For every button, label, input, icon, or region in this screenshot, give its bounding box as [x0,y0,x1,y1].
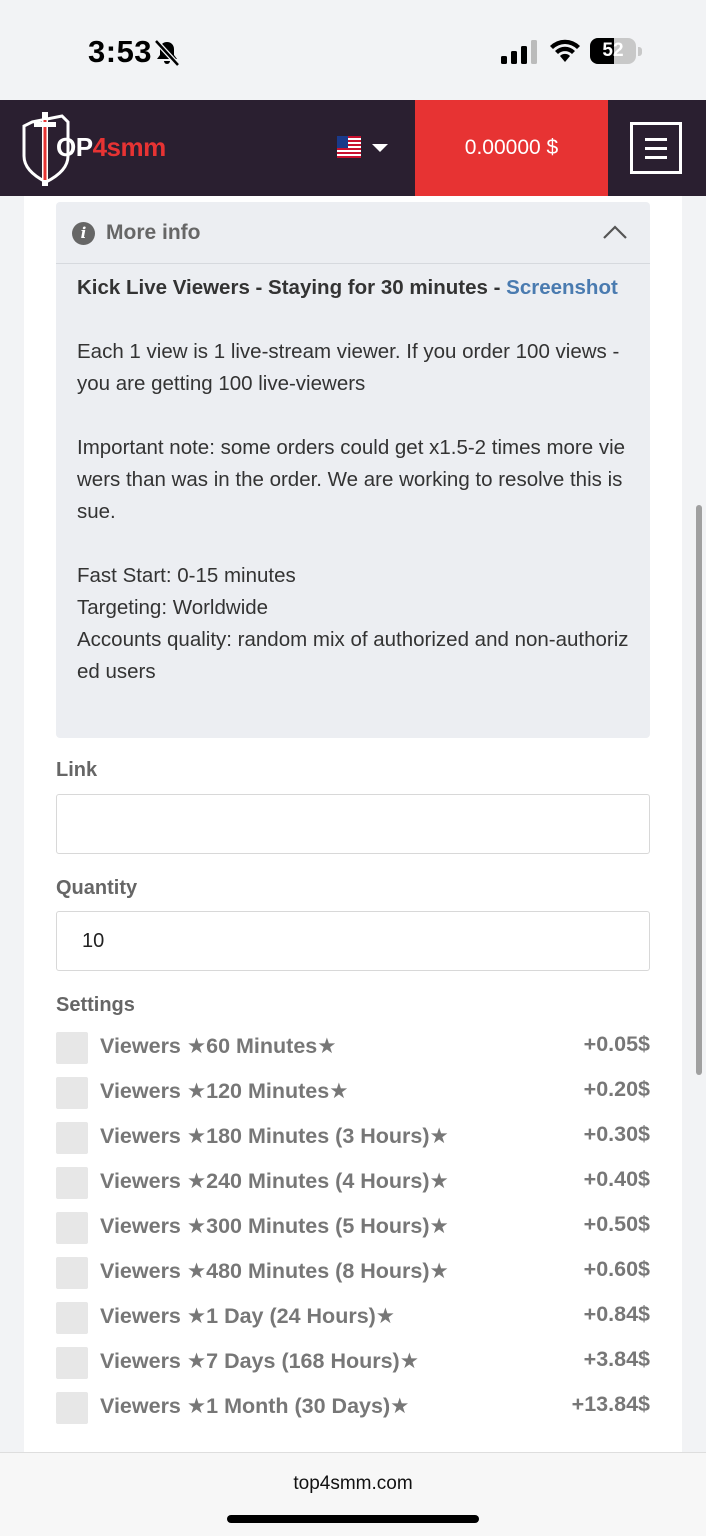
browser-bar: top4smm.com [0,1452,706,1536]
setting-price: +0.30$ [583,1122,650,1146]
setting-row[interactable]: Viewers ★7 Days (168 Hours)★ +3.84$ [56,1341,650,1386]
chevron-up-icon[interactable] [601,222,629,242]
home-indicator[interactable] [227,1515,479,1523]
setting-label: Viewers ★120 Minutes★ [100,1079,349,1103]
setting-row[interactable]: Viewers ★120 Minutes★ +0.20$ [56,1071,650,1116]
setting-price: +3.84$ [583,1347,650,1371]
more-info-title: More info [106,221,201,244]
settings-label: Settings [56,994,135,1016]
scrollbar[interactable] [696,505,702,1075]
setting-checkbox[interactable] [56,1122,88,1154]
setting-label: Viewers ★1 Month (30 Days)★ [100,1394,410,1418]
balance-button[interactable]: 0.00000 $ [415,100,608,196]
link-input[interactable] [56,794,650,854]
quantity-label: Quantity [56,877,138,899]
settings-list: Viewers ★60 Minutes★ +0.05$ Viewers ★120… [56,1026,650,1431]
setting-label: Viewers ★7 Days (168 Hours)★ [100,1349,419,1373]
hamburger-menu-icon[interactable] [630,122,682,174]
chevron-down-icon[interactable] [372,144,388,152]
status-bar: 3:53 52 [0,0,706,100]
setting-row[interactable]: Viewers ★180 Minutes (3 Hours)★ +0.30$ [56,1116,650,1161]
setting-checkbox[interactable] [56,1257,88,1289]
setting-checkbox[interactable] [56,1302,88,1334]
setting-row[interactable]: Viewers ★480 Minutes (8 Hours)★ +0.60$ [56,1251,650,1296]
setting-checkbox[interactable] [56,1032,88,1064]
setting-label: Viewers ★1 Day (24 Hours)★ [100,1304,396,1328]
logo-text: OP4smm [56,132,166,162]
setting-row[interactable]: Viewers ★1 Month (30 Days)★ +13.84$ [56,1386,650,1431]
more-info-header[interactable]: i More info [56,202,650,264]
setting-row[interactable]: Viewers ★1 Day (24 Hours)★ +0.84$ [56,1296,650,1341]
setting-price: +0.05$ [583,1032,650,1056]
setting-price: +0.50$ [583,1212,650,1236]
setting-checkbox[interactable] [56,1347,88,1379]
important-note: Important note: some orders could get x1… [77,436,626,523]
setting-label: Viewers ★60 Minutes★ [100,1034,337,1058]
setting-checkbox[interactable] [56,1077,88,1109]
setting-label: Viewers ★300 Minutes (5 Hours)★ [100,1214,449,1238]
setting-checkbox[interactable] [56,1392,88,1424]
accounts-quality: Accounts quality: random mix of authoriz… [77,628,629,683]
screenshot-link[interactable]: Screenshot [506,276,618,299]
link-label: Link [56,759,98,781]
setting-label: Viewers ★240 Minutes (4 Hours)★ [100,1169,449,1193]
us-flag-icon[interactable] [337,136,361,158]
cellular-signal-icon [501,40,537,64]
fast-start: Fast Start: 0-15 minutes [77,564,296,587]
quantity-input[interactable] [56,911,650,971]
description-paragraph: Each 1 view is 1 live-stream viewer. If … [77,340,620,395]
url-text[interactable]: top4smm.com [0,1473,706,1495]
setting-price: +0.40$ [583,1167,650,1191]
setting-row[interactable]: Viewers ★240 Minutes (4 Hours)★ +0.40$ [56,1161,650,1206]
setting-price: +0.84$ [583,1302,650,1326]
setting-price: +0.60$ [583,1257,650,1281]
wifi-icon [550,39,580,62]
setting-checkbox[interactable] [56,1212,88,1244]
setting-price: +0.20$ [583,1077,650,1101]
order-card: i More info Kick Live Viewers - Staying … [24,196,682,1452]
battery-icon: 52 [590,38,642,64]
info-icon: i [72,222,95,245]
setting-label: Viewers ★480 Minutes (8 Hours)★ [100,1259,449,1283]
more-info-body: Kick Live Viewers - Staying for 30 minut… [56,264,650,688]
more-info-panel: i More info Kick Live Viewers - Staying … [56,202,650,738]
setting-label: Viewers ★180 Minutes (3 Hours)★ [100,1124,449,1148]
setting-row[interactable]: Viewers ★300 Minutes (5 Hours)★ +0.50$ [56,1206,650,1251]
setting-price: +13.84$ [571,1392,650,1416]
setting-checkbox[interactable] [56,1167,88,1199]
setting-row[interactable]: Viewers ★60 Minutes★ +0.05$ [56,1026,650,1071]
service-name: Kick Live Viewers - Staying for 30 minut… [77,276,507,299]
status-time: 3:53 [88,34,153,69]
battery-level: 52 [602,40,624,61]
bell-muted-icon [154,39,180,67]
targeting: Targeting: Worldwide [77,596,269,619]
